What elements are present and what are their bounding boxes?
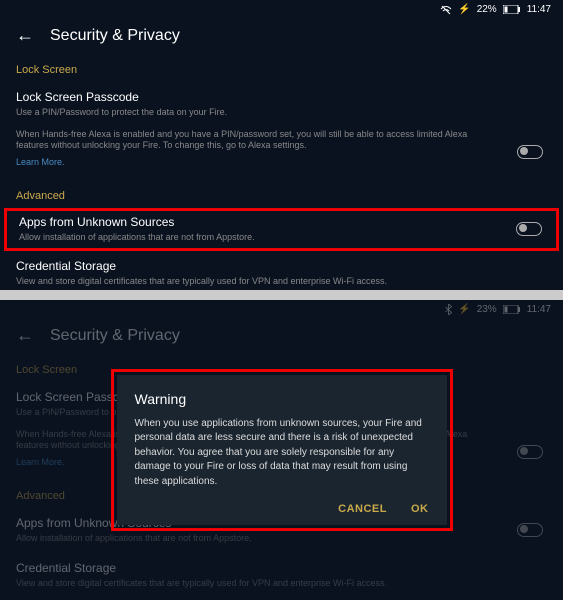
setting-title: Credential Storage (16, 259, 547, 273)
passcode-toggle[interactable] (517, 145, 543, 159)
clock: 11:47 (527, 304, 551, 315)
lock-screen-passcode-row[interactable]: Lock Screen Passcode Use a PIN/Password … (0, 82, 563, 127)
credential-storage-row: Credential Storage View and store digita… (0, 553, 563, 598)
passcode-toggle (517, 445, 543, 459)
bluetooth-icon (445, 304, 452, 315)
setting-desc: Use a PIN/Password to protect the data o… (16, 107, 456, 119)
battery-icon (503, 305, 521, 314)
setting-desc: View and store digital certificates that… (16, 578, 456, 590)
battery-icon (503, 5, 521, 14)
warning-dialog: Warning When you use applications from u… (117, 375, 447, 526)
settings-screen-2: ⚡ 23% 11:47 ← Security & Privacy Lock Sc… (0, 300, 563, 600)
settings-screen-1: ⚡ 22% 11:47 ← Security & Privacy Lock Sc… (0, 0, 563, 290)
dialog-actions: CANCEL OK (135, 489, 429, 515)
unknown-sources-toggle (517, 523, 543, 537)
status-bar: ⚡ 23% 11:47 (0, 300, 563, 319)
charge-icon: ⚡ (458, 304, 470, 315)
advanced-section-header: Advanced (0, 178, 563, 208)
battery-percent: 23% (477, 304, 497, 315)
setting-title: Lock Screen Passcode (16, 90, 547, 104)
back-arrow-icon[interactable]: ← (16, 25, 34, 46)
status-bar: ⚡ 22% 11:47 (0, 0, 563, 19)
wifi-off-icon (440, 5, 452, 15)
dialog-body: When you use applications from unknown s… (135, 417, 429, 490)
setting-desc: Allow installation of applications that … (19, 232, 459, 244)
alexa-note: When Hands-free Alexa is enabled and you… (16, 129, 496, 152)
page-title: Security & Privacy (50, 27, 180, 45)
highlighted-unknown-sources: Apps from Unknown Sources Allow installa… (4, 208, 559, 251)
dialog-highlight: Warning When you use applications from u… (111, 369, 453, 532)
credential-storage-row[interactable]: Credential Storage View and store digita… (0, 251, 563, 290)
charge-icon: ⚡ (458, 4, 470, 15)
clock: 11:47 (527, 4, 551, 15)
battery-percent: 22% (477, 4, 497, 15)
header: ← Security & Privacy (0, 319, 563, 358)
cancel-button[interactable]: CANCEL (338, 503, 387, 515)
alexa-note-row: When Hands-free Alexa is enabled and you… (0, 127, 563, 178)
setting-title: Credential Storage (16, 561, 547, 575)
lockscreen-section-header: Lock Screen (0, 58, 563, 82)
setting-desc: Allow installation of applications that … (16, 533, 456, 545)
setting-desc: View and store digital certificates that… (16, 276, 456, 288)
header: ← Security & Privacy (0, 19, 563, 58)
ok-button[interactable]: OK (411, 503, 429, 515)
page-title: Security & Privacy (50, 327, 180, 345)
unknown-sources-toggle[interactable] (516, 222, 542, 236)
learn-more-link: Learn More. (16, 457, 65, 467)
back-arrow-icon: ← (16, 325, 34, 346)
dialog-title: Warning (135, 391, 429, 407)
setting-title: Apps from Unknown Sources (19, 215, 544, 229)
learn-more-link[interactable]: Learn More. (16, 157, 65, 167)
